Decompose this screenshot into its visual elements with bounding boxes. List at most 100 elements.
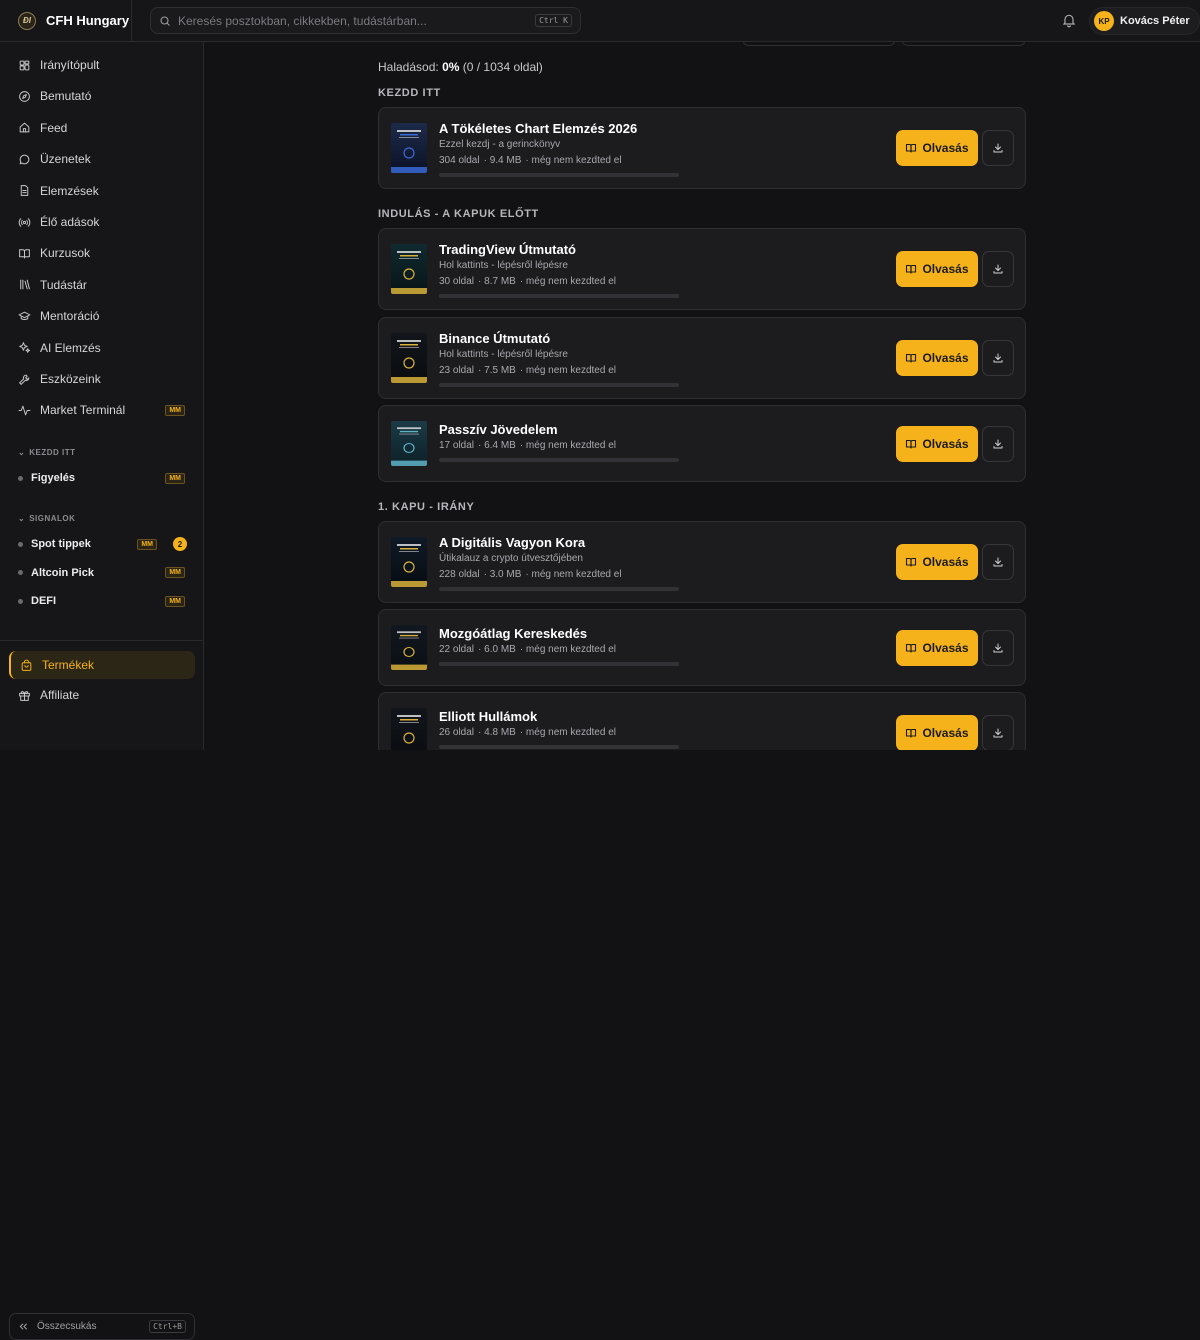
sidebar-item-affiliate[interactable]: Affiliate	[9, 681, 195, 709]
search-icon	[160, 15, 170, 26]
reading-status: · még nem kezdted el	[525, 569, 622, 580]
read-button[interactable]: Olvasás	[896, 251, 978, 287]
book-title[interactable]: Elliott Hullámok	[439, 709, 537, 724]
download-button[interactable]	[982, 340, 1014, 376]
book-title[interactable]: A Digitális Vagyon Kora	[439, 535, 585, 550]
read-button[interactable]: Olvasás	[896, 425, 978, 462]
search-input[interactable]	[178, 13, 536, 28]
read-button[interactable]: Olvasás	[896, 715, 978, 750]
notification-count: 2	[173, 537, 187, 551]
sidebar-item--zenetek[interactable]: Üzenetek	[9, 145, 195, 173]
compass-icon	[19, 91, 30, 102]
sidebar-item-elemz-sek[interactable]: Elemzések	[9, 177, 195, 205]
read-button[interactable]: Olvasás	[896, 340, 978, 376]
section-label: SIGNALOK	[29, 514, 76, 523]
sidebar-item-ai-elemz-s[interactable]: AI Elemzés	[9, 334, 195, 362]
sidebar-section-title[interactable]: ⌄ KEZDD ITT	[18, 448, 75, 457]
sidebar-item-label: Élő adások	[40, 215, 100, 229]
book-card: Mozgóátlag Kereskedés 22 oldal · 6.0 MB · m…	[378, 609, 1026, 686]
sidebar-item-termékek[interactable]: Termékek	[9, 651, 195, 679]
read-button-label: Olvasás	[922, 262, 969, 276]
collapse-button[interactable]: Összecsukás Ctrl+B	[9, 1313, 195, 1340]
sidebar-sub-item[interactable]: DEFI MM	[18, 590, 188, 612]
sidebar-sub-item[interactable]: Altcoin Pick MM	[18, 562, 188, 584]
download-button[interactable]	[982, 715, 1014, 750]
book-title[interactable]: Mozgóátlag Kereskedés	[439, 626, 587, 641]
dashboard-icon	[19, 60, 30, 70]
read-button-label: Olvasás	[922, 436, 969, 451]
sidebar-item-kurzusok[interactable]: Kurzusok	[9, 239, 195, 267]
sidebar-section-title[interactable]: ⌄ SIGNALOK	[18, 514, 75, 523]
sidebar-item-tud-st-r[interactable]: Tudástár	[9, 271, 195, 299]
download-button[interactable]	[982, 544, 1014, 580]
read-button-label: Olvasás	[922, 555, 969, 569]
book-open-icon	[906, 353, 917, 363]
book-card: TradingView Útmutató Hol kattints - lépés…	[378, 228, 1026, 310]
sidebar-item-label: Feed	[40, 120, 68, 135]
sidebar-item-feed[interactable]: Feed	[9, 114, 195, 142]
sidebar-item-market-termin-l[interactable]: Market Terminál MM	[9, 396, 195, 424]
user-name: Kovács Péter	[1120, 15, 1190, 27]
search-shortcut: Ctrl K	[535, 14, 572, 27]
page-count: 304 oldal	[439, 155, 480, 166]
sidebar-item--l-ad-sok[interactable]: Élő adások	[9, 208, 195, 236]
download-button[interactable]	[982, 629, 1014, 666]
section-heading: 1. KAPU - IRÁNY	[378, 501, 475, 513]
sidebar-item-label: Bemutató	[40, 89, 92, 104]
book-cover[interactable]	[391, 708, 427, 750]
read-button[interactable]: Olvasás	[896, 130, 978, 166]
section-heading: INDULÁS - A KAPUK ELŐTT	[378, 208, 539, 220]
book-card: Binance Útmutató Hol kattints - lépésről …	[378, 317, 1026, 399]
bullet-dot	[18, 570, 23, 575]
book-cover[interactable]	[391, 625, 427, 670]
book-title[interactable]: Passzív Jövedelem	[439, 422, 558, 437]
file-size: · 9.4 MB	[483, 155, 522, 166]
book-cover-art	[391, 421, 427, 466]
bell-icon[interactable]	[1061, 12, 1077, 28]
sidebar-item-label: Affiliate	[40, 688, 80, 702]
reading-status: · még nem kezdted el	[519, 276, 616, 287]
book-open-icon	[906, 264, 917, 274]
sidebar-item-bemutat-[interactable]: Bemutató	[9, 82, 195, 110]
read-button[interactable]: Olvasás	[896, 544, 978, 580]
read-button[interactable]: Olvasás	[896, 629, 978, 666]
chevron-down-icon: ⌄	[18, 514, 26, 523]
graduation-cap-icon	[18, 311, 31, 320]
sidebar-sub-item[interactable]: Figyelés MM	[18, 467, 188, 489]
download-icon	[993, 728, 1003, 738]
book-icon	[19, 249, 30, 259]
book-cover-art	[391, 333, 427, 383]
read-button-label: Olvasás	[922, 351, 969, 365]
download-icon	[993, 264, 1003, 274]
sidebar-item-eszk-zeink[interactable]: Eszközeink	[9, 365, 195, 393]
brand[interactable]: ĐI CFH Hungary	[0, 0, 132, 42]
sidebar-sub-item[interactable]: Spot tippek MM 2	[18, 533, 188, 555]
book-meta: 30 oldal · 8.7 MB · még nem kezdted el	[439, 276, 620, 287]
mm-badge: MM	[165, 472, 185, 484]
toolbar-button[interactable]	[901, 42, 1026, 46]
download-button[interactable]	[982, 130, 1014, 166]
toolbar-button[interactable]	[742, 42, 896, 46]
download-icon	[993, 557, 1003, 567]
sidebar-item-label: Üzenetek	[40, 152, 91, 167]
sidebar-item-ir-ny-t-pult[interactable]: Irányítópult	[9, 51, 195, 79]
book-title[interactable]: Binance Útmutató	[439, 331, 550, 346]
search-bar[interactable]: Ctrl K	[150, 7, 581, 34]
book-cover-art	[391, 244, 427, 294]
book-cover[interactable]	[391, 333, 427, 383]
book-cover[interactable]	[391, 244, 427, 294]
book-title[interactable]: A Tökéletes Chart Elemzés 2026	[439, 121, 637, 136]
wrench-icon	[19, 374, 30, 385]
book-cover[interactable]	[391, 123, 427, 173]
page-count: 17 oldal	[439, 440, 475, 451]
book-cover[interactable]	[391, 421, 427, 466]
book-title[interactable]: TradingView Útmutató	[439, 242, 576, 257]
reading-status: · még nem kezdted el	[519, 644, 616, 655]
download-button[interactable]	[982, 251, 1014, 287]
bullet-dot	[18, 475, 23, 481]
sidebar: Irányítópult Bemutató Feed Üzenetek Elemzése…	[0, 42, 204, 1340]
sidebar-item-mentor-ci-[interactable]: Mentoráció	[9, 302, 195, 330]
book-cover[interactable]	[391, 537, 427, 587]
user-menu[interactable]: KP Kovács Péter	[1089, 7, 1200, 35]
download-button[interactable]	[982, 425, 1014, 462]
